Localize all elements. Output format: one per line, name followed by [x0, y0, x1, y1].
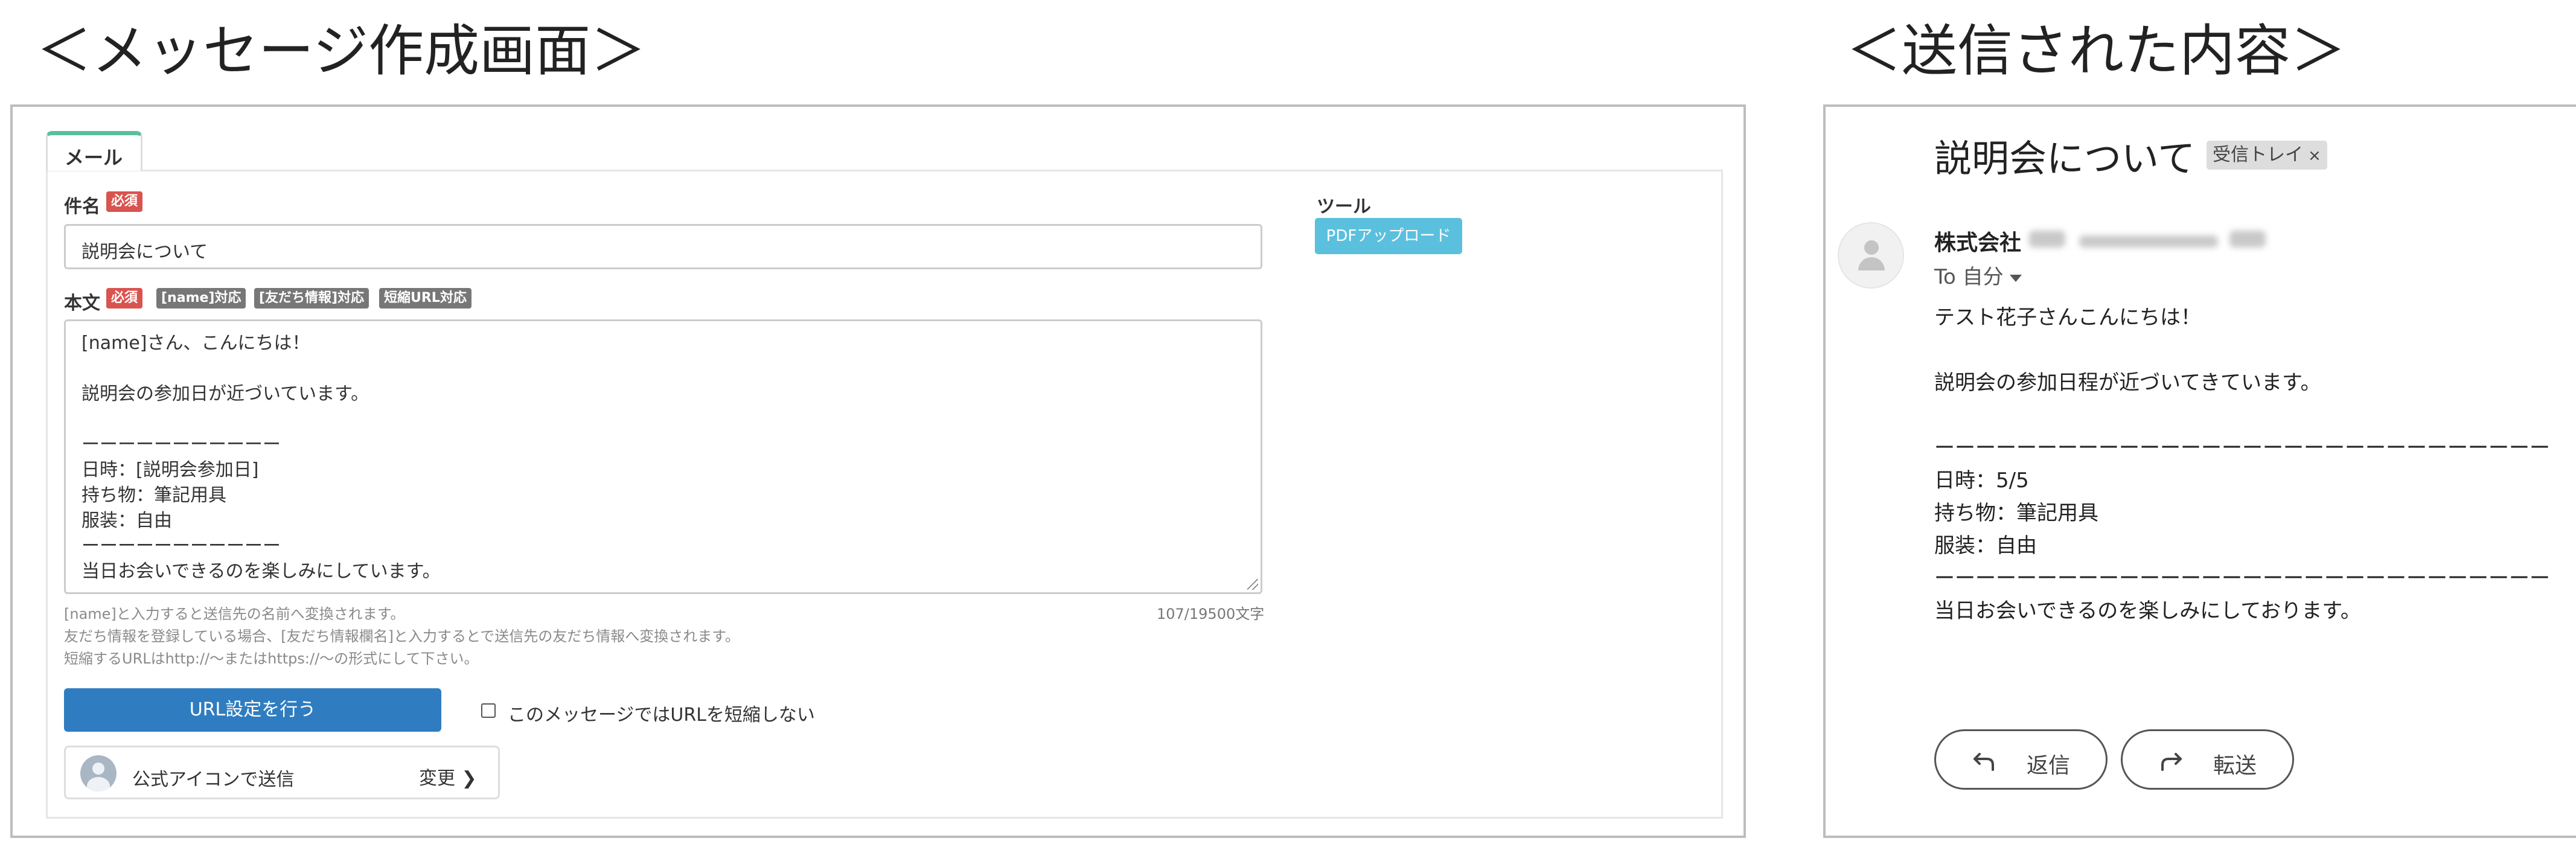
change-label: 変更: [419, 768, 455, 789]
redacted-sender-address: [2029, 226, 2286, 252]
mail-body-line: ーーーーーーーーーーーーーーーーーーーーーーーーーーーーーー: [1934, 436, 2550, 460]
mail-subject: 説明会について: [1934, 136, 2196, 181]
forward-label: 転送: [2213, 753, 2257, 778]
friend-info-support-badge: [友だち情報]対応: [254, 288, 369, 309]
help-text-friend-info: 友だち情報を登録している場合、[友だち情報欄名]と入力するとで送信先の友だち情報…: [64, 628, 740, 645]
body-line: 服装：自由: [81, 510, 172, 531]
body-line: 説明会の参加日が近づいています。: [81, 383, 369, 405]
mail-body-line: [1934, 399, 2550, 432]
sender-selector: 公式アイコンで送信 変更 ❯: [64, 746, 500, 799]
body-line: 日時：[説明会参加日]: [81, 459, 259, 481]
body-line: ーーーーーーーーーーー: [81, 434, 281, 455]
sender-avatar: [1838, 222, 1904, 289]
mail-body-line: 持ち物：筆記用具: [1934, 501, 2098, 525]
official-avatar-icon: [80, 755, 117, 791]
body-line: [81, 356, 1245, 382]
inbox-label-badge: 受信トレイ ×: [2207, 141, 2327, 170]
body-line: [name]さん、こんにちは！: [81, 333, 310, 354]
sender-label: 公式アイコンで送信: [132, 769, 295, 790]
reply-icon: [1974, 753, 1994, 771]
reply-button[interactable]: 返信: [1934, 729, 2108, 790]
help-text-url: 短縮するURLはhttp://〜またはhttps://〜の形式にして下さい。: [64, 650, 479, 667]
sent-mail-view: 説明会について 受信トレイ × 株式会社 To 自分 テスト花子さんこんにちは！ …: [1823, 104, 2576, 838]
recipient-line[interactable]: To 自分: [1934, 260, 2022, 290]
subject-label: 件名: [64, 196, 100, 217]
mail-body-line: 説明会の参加日程が近づいてきています。: [1934, 371, 2321, 395]
body-line: 当日お会いできるのを楽しみにしています。: [81, 561, 441, 582]
mail-body-line: 当日お会いできるのを楽しみにしております。: [1934, 599, 2361, 623]
mail-body-line: [1934, 334, 2550, 366]
caret-down-icon: [2009, 274, 2022, 282]
resize-handle[interactable]: [1247, 579, 1258, 590]
mail-body-line: ーーーーーーーーーーーーーーーーーーーーーーーーーーーーーー: [1934, 566, 2550, 590]
sent-content-heading: ＜送信された内容＞: [1846, 19, 2347, 83]
char-counter: 107/19500文字: [1157, 606, 1265, 622]
tools-label: ツール: [1317, 196, 1371, 217]
compose-screen-heading: ＜メッセージ作成画面＞: [36, 19, 647, 83]
recipient-label: To 自分: [1934, 265, 2004, 289]
required-badge: 必須: [106, 288, 143, 309]
mail-body-line: 服装：自由: [1934, 534, 2037, 558]
help-text-name: [name]と入力すると送信先の名前へ変換されます。: [64, 606, 405, 622]
compose-panel: メール 件名 必須 説明会について 本文 必須 [name]対応 [友だち情報]…: [10, 104, 1746, 838]
body-line: 持ち物：筆記用具: [81, 485, 226, 506]
chevron-right-icon: ❯: [455, 768, 477, 789]
from-name: 株式会社: [1934, 231, 2022, 255]
body-label: 本文: [64, 293, 100, 314]
change-sender-link[interactable]: 変更 ❯: [419, 763, 477, 790]
subject-input[interactable]: 説明会について: [64, 224, 1262, 269]
no-shorten-url-checkbox[interactable]: [481, 703, 496, 718]
body-line: ーーーーーーーーーーー: [81, 536, 281, 557]
url-settings-button[interactable]: URL設定を行う: [64, 688, 441, 732]
forward-button[interactable]: 転送: [2121, 729, 2294, 790]
body-line: [81, 407, 1245, 432]
forward-icon: [2161, 753, 2182, 771]
inbox-label: 受信トレイ: [2213, 144, 2303, 165]
short-url-support-badge: 短縮URL対応: [379, 288, 471, 309]
body-textarea[interactable]: [name]さん、こんにちは！ 説明会の参加日が近づいています。 ーーーーーーー…: [64, 319, 1262, 594]
tab-mail[interactable]: メール: [46, 131, 142, 171]
no-shorten-url-label: このメッセージではURLを短縮しない: [508, 705, 815, 726]
pdf-upload-button[interactable]: PDFアップロード: [1315, 218, 1462, 254]
name-support-badge: [name]対応: [156, 288, 246, 309]
reply-label: 返信: [2027, 753, 2071, 778]
required-badge: 必須: [106, 191, 143, 212]
remove-label-icon[interactable]: ×: [2308, 147, 2321, 165]
mail-body-line: 日時：5/5: [1934, 468, 2029, 493]
mail-body-line: テスト花子さんこんにちは！: [1934, 305, 2201, 330]
mail-body: テスト花子さんこんにちは！ 説明会の参加日程が近づいてきています。 ーーーーーー…: [1934, 301, 2550, 627]
